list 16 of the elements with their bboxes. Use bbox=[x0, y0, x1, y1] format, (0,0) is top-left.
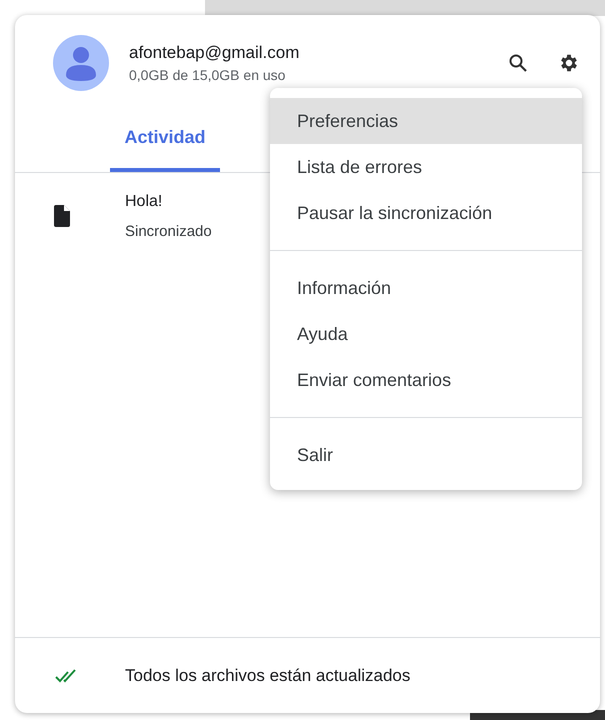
menu-item[interactable]: Pausar la sincronización bbox=[270, 190, 582, 236]
menu-item[interactable]: Ayuda bbox=[270, 311, 582, 357]
menu-item[interactable]: Preferencias bbox=[270, 98, 582, 144]
search-icon[interactable] bbox=[508, 53, 528, 73]
menu-item[interactable]: Enviar comentarios bbox=[270, 357, 582, 403]
menu-item[interactable]: Información bbox=[270, 265, 582, 311]
file-icon bbox=[54, 205, 70, 227]
file-name: Hola! bbox=[125, 193, 164, 211]
account-email: afontebap@gmail.com bbox=[129, 43, 300, 63]
avatar-icon bbox=[53, 35, 109, 91]
menu-item[interactable]: Lista de errores bbox=[270, 144, 582, 190]
activity-tab[interactable]: Actividad bbox=[110, 113, 220, 172]
status-message: Todos los archivos están actualizados bbox=[125, 666, 410, 686]
sync-status: Sincronizado bbox=[125, 223, 212, 240]
menu-item[interactable]: Salir bbox=[270, 432, 582, 478]
storage-usage: 0,0GB de 15,0GB en uso bbox=[129, 67, 286, 83]
